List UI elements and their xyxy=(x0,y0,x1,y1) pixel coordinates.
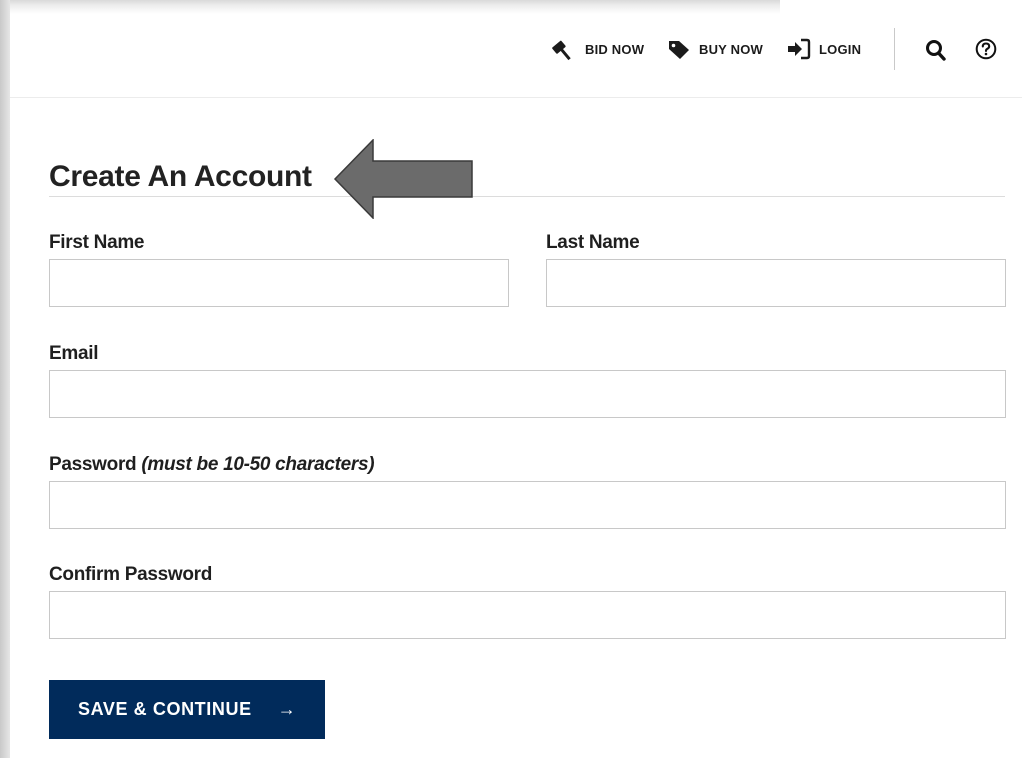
nav-bid-now[interactable]: BID NOW xyxy=(549,37,644,61)
password-label-text: Password xyxy=(49,454,137,475)
gavel-icon xyxy=(549,37,577,61)
nav-buy-now[interactable]: BUY NOW xyxy=(667,37,763,61)
save-continue-label: SAVE & CONTINUE xyxy=(78,699,252,719)
last-name-label: Last Name xyxy=(546,232,640,253)
nav-login[interactable]: LOGIN xyxy=(787,37,861,61)
password-input[interactable] xyxy=(49,481,1006,529)
title-divider xyxy=(49,196,1005,197)
arrow-right-icon: → xyxy=(277,699,297,719)
save-continue-button[interactable]: SAVE & CONTINUE → xyxy=(49,680,325,739)
help-icon[interactable] xyxy=(975,38,997,60)
password-hint: (must be 10-50 characters) xyxy=(141,454,375,475)
nav-buy-now-label: BUY NOW xyxy=(699,41,763,57)
first-name-label: First Name xyxy=(49,232,145,253)
password-label: Password (must be 10-50 characters) xyxy=(49,454,375,476)
nav-login-label: LOGIN xyxy=(819,41,862,57)
site-header xyxy=(10,0,1022,98)
nav-divider xyxy=(894,28,895,70)
left-shade xyxy=(0,0,10,758)
left-arrow-callout xyxy=(333,138,475,220)
email-input[interactable] xyxy=(49,370,1006,418)
tag-icon xyxy=(667,38,691,60)
first-name-input[interactable] xyxy=(49,259,509,307)
email-label: Email xyxy=(49,343,99,364)
page-title: Create An Account xyxy=(49,160,312,193)
sign-in-icon xyxy=(787,38,811,60)
confirm-password-label: Confirm Password xyxy=(49,564,213,585)
last-name-input[interactable] xyxy=(546,259,1006,307)
nav-bid-now-label: BID NOW xyxy=(585,41,645,57)
search-icon[interactable] xyxy=(925,38,947,62)
confirm-password-input[interactable] xyxy=(49,591,1006,639)
